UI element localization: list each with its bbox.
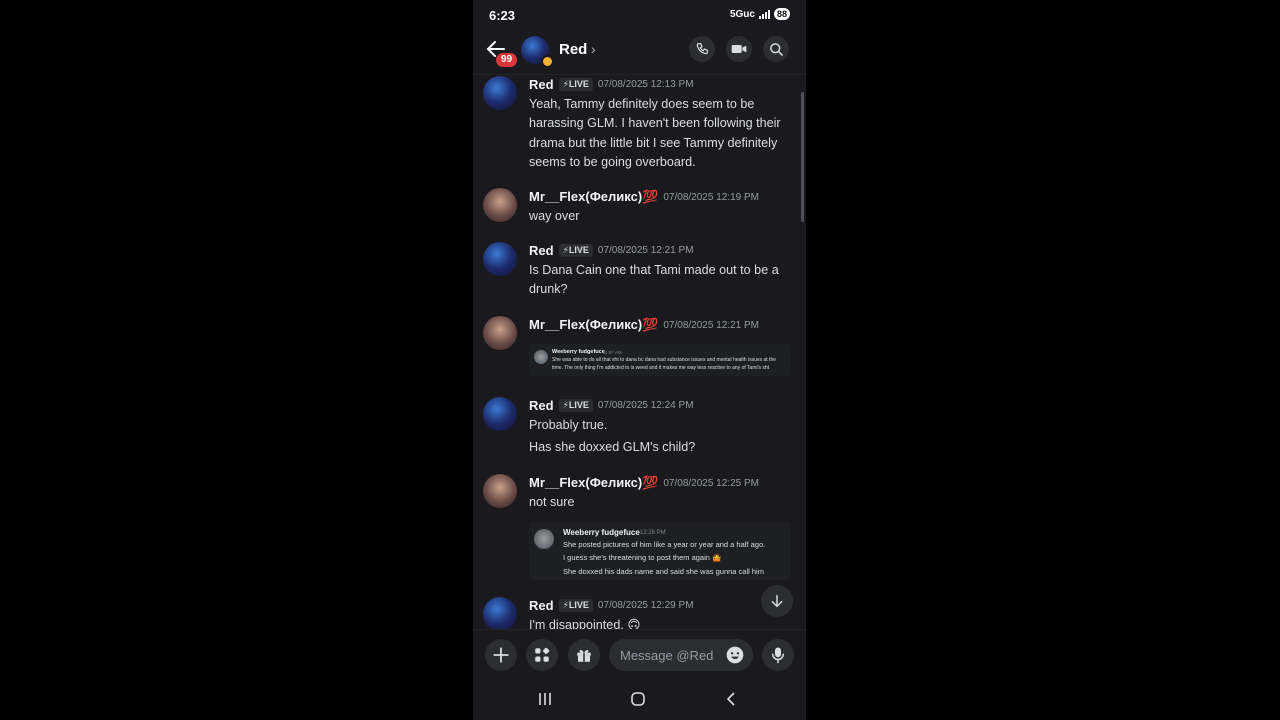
message-text: Has she doxxed GLM's child? <box>529 440 696 454</box>
gift-icon[interactable] <box>568 639 600 671</box>
microphone-icon[interactable] <box>762 639 794 671</box>
avatar[interactable] <box>483 397 517 431</box>
embed-avatar <box>534 529 554 549</box>
search-icon[interactable] <box>763 36 789 62</box>
network-label: 5Guc <box>729 8 755 20</box>
embed-text: She was able to do all that sht to dana … <box>552 357 777 363</box>
image-attachment[interactable]: Weeberry fudgefuce 12:26 PM She posted p… <box>529 522 791 580</box>
avatar[interactable] <box>483 76 517 110</box>
embed-text: time. The only thing I'm addicted to is … <box>552 365 770 371</box>
idle-status-dot <box>541 55 554 68</box>
navigation-bar <box>473 679 806 720</box>
embed-text: She doxxed his dads name and said she wa… <box>563 567 764 576</box>
message-timestamp: 07/08/2025 12:24 PM <box>597 400 694 411</box>
live-tag: ⚡LIVE <box>558 244 593 257</box>
image-attachment[interactable]: Weeberry fudgefuce 11:57 AM She was able… <box>529 344 791 376</box>
scrollbar-thumb[interactable] <box>801 92 804 222</box>
embed-author: Weeberry fudgefuce <box>563 528 640 537</box>
chevron-right-icon[interactable]: › <box>591 41 596 57</box>
message-timestamp: 07/08/2025 12:25 PM <box>663 477 759 489</box>
status-indicators: 5Guc 88 <box>730 8 790 20</box>
battery-level: 88 <box>773 8 790 20</box>
message-author[interactable]: Mr__Flex(Феликс)💯 <box>529 317 658 333</box>
video-camera-icon[interactable] <box>726 36 752 62</box>
message-text: not sure <box>529 495 575 509</box>
embed-time: 11:57 AM <box>603 350 622 355</box>
message-author[interactable]: Mr__Flex(Феликс)💯 <box>529 475 658 491</box>
message-author[interactable]: Mr__Flex(Феликс)💯 <box>529 189 658 205</box>
avatar[interactable] <box>483 474 517 508</box>
message-timestamp: 07/08/2025 12:21 PM <box>663 319 759 331</box>
message-timestamp: 07/08/2025 12:21 PM <box>597 245 694 256</box>
message-text: way over <box>529 209 580 223</box>
live-tag: ⚡LIVE <box>558 399 593 412</box>
unread-badge: 99 <box>496 53 518 67</box>
status-bar: 6:23 5Guc 88 <box>473 0 806 32</box>
message-text: Is Dana Cain one that Tami made out to b… <box>529 263 779 297</box>
embed-text: She posted pictures of him like a year o… <box>563 540 766 549</box>
phone-icon[interactable] <box>689 36 715 62</box>
message-author[interactable]: Red <box>529 598 554 613</box>
embed-avatar <box>534 350 548 364</box>
plus-icon[interactable] <box>485 639 517 671</box>
apps-icon[interactable] <box>526 639 558 671</box>
chevron-left-icon[interactable] <box>717 687 745 711</box>
avatar[interactable] <box>483 597 517 629</box>
arrow-down-icon[interactable] <box>761 585 793 617</box>
live-tag: ⚡LIVE <box>558 599 593 612</box>
message-timestamp: 07/08/2025 12:29 PM <box>597 600 694 611</box>
message-text: I'm disappointed. 🙃 <box>529 618 641 629</box>
live-tag: ⚡LIVE <box>558 78 593 91</box>
embed-author: Weeberry fudgefuce <box>552 349 605 355</box>
message-author[interactable]: Red <box>529 243 554 258</box>
avatar[interactable] <box>483 316 517 350</box>
message-composer <box>473 629 806 680</box>
home-icon[interactable] <box>624 687 652 711</box>
emoji-icon[interactable] <box>725 645 745 665</box>
message-author[interactable]: Red <box>529 398 554 413</box>
avatar[interactable] <box>483 188 517 222</box>
embed-text: I guess she's threatening to post them a… <box>563 553 722 562</box>
channel-title[interactable]: Red <box>559 41 587 58</box>
recents-icon[interactable] <box>531 687 559 711</box>
message-timestamp: 07/08/2025 12:13 PM <box>597 79 694 90</box>
message-timestamp: 07/08/2025 12:19 PM <box>663 191 759 203</box>
phone-screen: 6:23 5Guc 88 99 Red › Red ⚡LIVE 07/08/20… <box>473 0 806 720</box>
signal-icon <box>758 9 770 19</box>
message-list[interactable]: Red ⚡LIVE 07/08/2025 12:13 PM Yeah, Tamm… <box>473 74 806 629</box>
message-text: Probably true. <box>529 418 608 432</box>
status-time: 6:23 <box>489 8 516 23</box>
message-text: Yeah, Tammy definitely does seem to be h… <box>529 97 781 170</box>
chat-header: 99 Red › <box>473 32 806 75</box>
embed-time: 12:26 PM <box>640 530 666 536</box>
avatar[interactable] <box>483 242 517 276</box>
message-author[interactable]: Red <box>529 77 554 92</box>
